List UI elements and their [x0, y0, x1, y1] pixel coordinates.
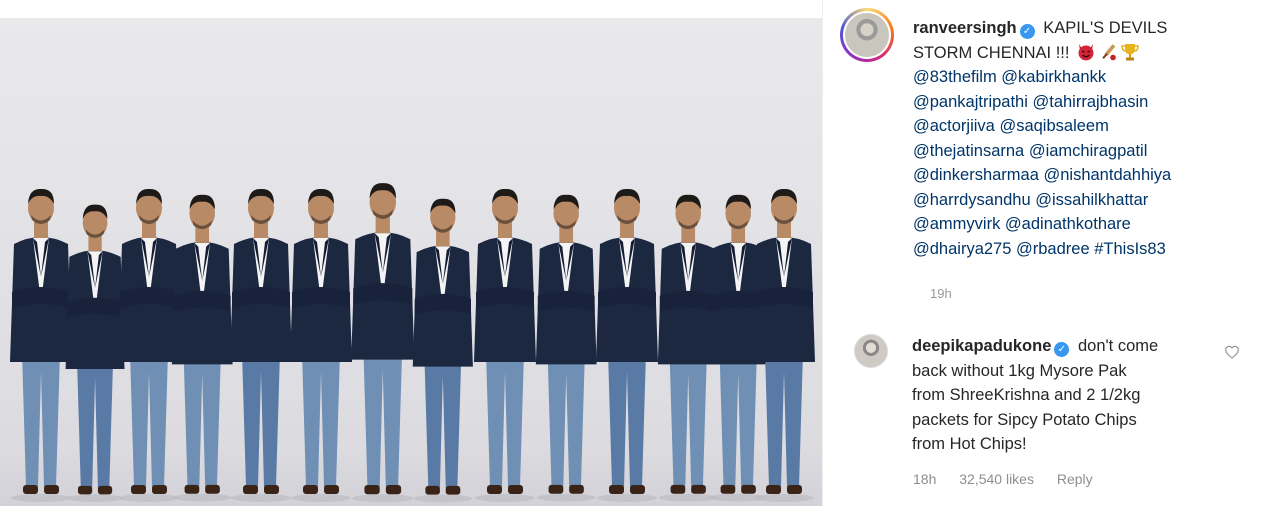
mentions-line: @thejatinsarna @iamchiragpatil: [913, 139, 1253, 164]
comment-line1: don't come: [1077, 337, 1159, 355]
mention-link[interactable]: @thejatinsarna: [913, 142, 1024, 160]
verified-badge-icon: ✓: [1054, 342, 1070, 357]
mentions-line: @ammyvirk @adinathkothare: [913, 212, 1253, 237]
mention-link[interactable]: @harrdysandhu: [913, 191, 1031, 209]
post-time[interactable]: 19h: [930, 286, 952, 301]
post-side-panel: ranveersingh ✓ KAPIL'S DEVILS STORM CHENN…: [822, 0, 1280, 506]
mention-link[interactable]: @tahirrajbhasin: [1033, 93, 1149, 111]
author-avatar[interactable]: [840, 8, 894, 62]
like-heart-icon[interactable]: [1224, 344, 1240, 360]
mention-link[interactable]: @iamchiragpatil: [1029, 142, 1148, 160]
comment-likes[interactable]: 32,540 likes: [959, 471, 1034, 487]
comment-text: deepikapadukone ✓ don't come back without…: [912, 334, 1212, 457]
mention-link[interactable]: @pankajtripathi: [913, 93, 1028, 111]
devil-emoji-icon: [1078, 43, 1094, 60]
mentions-line: @harrdysandhu @issahilkhattar: [913, 188, 1253, 213]
mention-link[interactable]: @rbadree: [1016, 240, 1090, 258]
mentions-line: @83thefilm @kabirkhankk: [913, 65, 1253, 90]
mention-link[interactable]: @actorjiiva: [913, 117, 995, 135]
reply-button[interactable]: Reply: [1057, 471, 1093, 487]
caption-mentions: @83thefilm @kabirkhankk @pankajtripathi @…: [913, 65, 1253, 261]
mentions-line: @pankajtripathi @tahirrajbhasin: [913, 90, 1253, 115]
mentions-line: @dinkersharmaa @nishantdahhiya: [913, 163, 1253, 188]
hashtag-link[interactable]: #ThisIs83: [1094, 240, 1166, 258]
mentions-line: @dhairya275 @rbadree #ThisIs83: [913, 237, 1253, 262]
mention-link[interactable]: @ammyvirk: [913, 215, 1000, 233]
caption-text-line2: STORM CHENNAI !!!: [913, 43, 1070, 62]
mention-link[interactable]: @dinkersharmaa: [913, 166, 1039, 184]
cricket-emoji-icon: [1102, 44, 1116, 60]
mention-link[interactable]: @83thefilm: [913, 68, 997, 86]
mentions-line: @actorjiiva @saqibsaleem: [913, 114, 1253, 139]
comment-line5: from Hot Chips!: [912, 435, 1027, 453]
comment-line3: from ShreeKrishna and 2 1/2kg: [912, 386, 1141, 404]
post-photo[interactable]: [0, 18, 822, 506]
mention-link[interactable]: @issahilkhattar: [1035, 191, 1148, 209]
mention-link[interactable]: @dhairya275: [913, 240, 1011, 258]
post-caption: ranveersingh ✓ KAPIL'S DEVILS STORM CHENN…: [913, 16, 1253, 261]
commenter-username[interactable]: deepikapadukone: [912, 337, 1051, 355]
comment-time[interactable]: 18h: [913, 471, 936, 487]
trophy-emoji-icon: [1121, 43, 1139, 60]
comment-meta: 18h 32,540 likes Reply: [913, 471, 1112, 487]
mention-link[interactable]: @kabirkhankk: [1001, 68, 1106, 86]
commenter-avatar[interactable]: [854, 334, 888, 368]
author-username[interactable]: ranveersingh: [913, 19, 1017, 37]
comment-line4: packets for Sipcy Potato Chips: [912, 410, 1137, 429]
mention-link[interactable]: @nishantdahhiya: [1043, 166, 1171, 184]
mention-link[interactable]: @saqibsaleem: [999, 117, 1108, 135]
caption-text-line1: KAPIL'S DEVILS: [1043, 19, 1168, 37]
mention-link[interactable]: @adinathkothare: [1005, 215, 1131, 233]
comment-line2: back without 1kg Mysore Pak: [912, 361, 1127, 380]
verified-badge-icon: ✓: [1019, 24, 1035, 39]
person-figure: [745, 182, 822, 502]
